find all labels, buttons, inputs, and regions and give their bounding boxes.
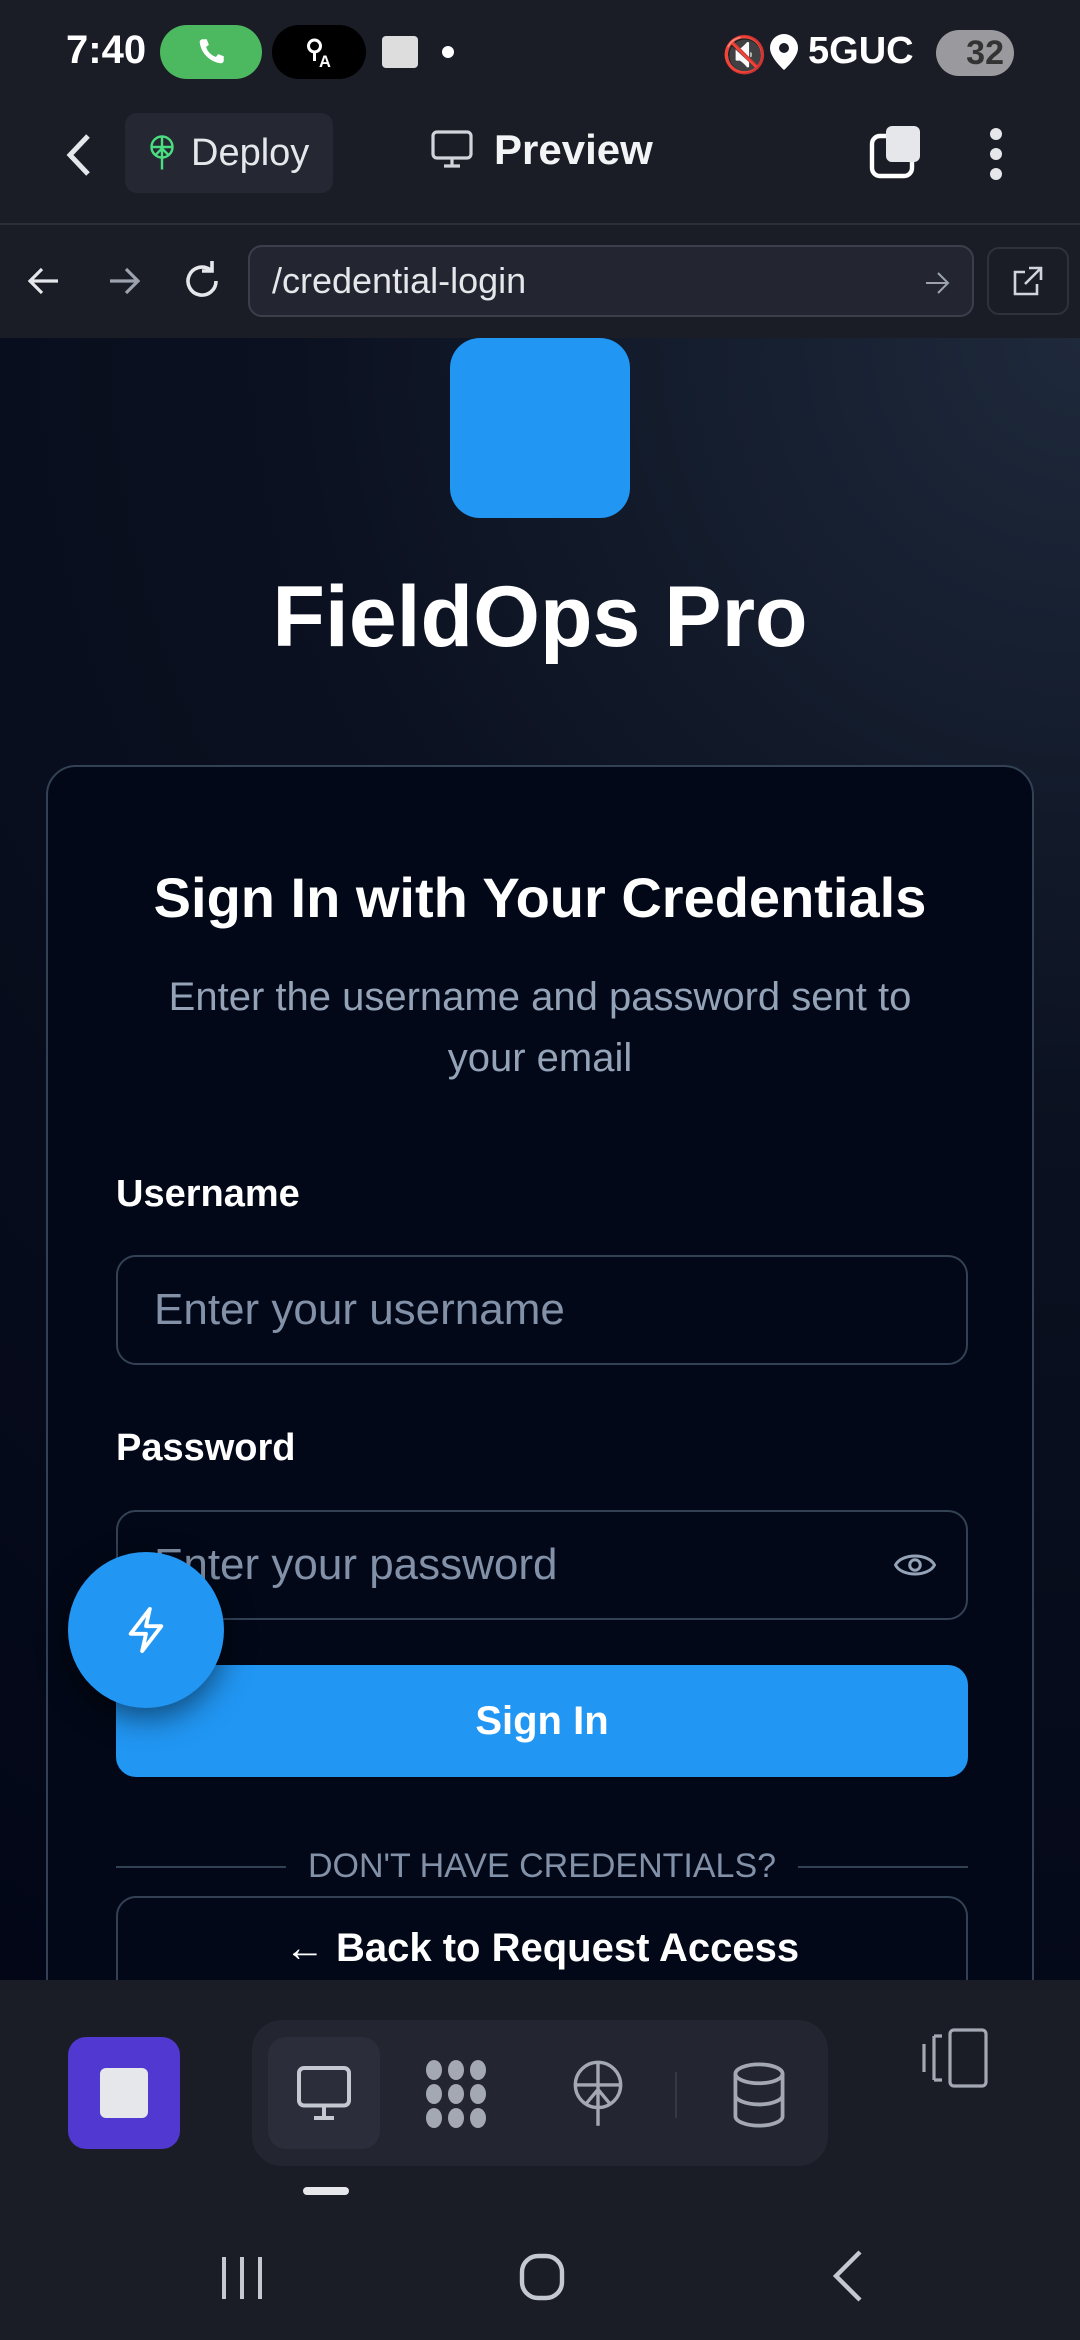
app-logo	[450, 338, 630, 518]
browser-back-icon[interactable]	[26, 263, 62, 299]
username-input[interactable]: Enter your username	[116, 1255, 968, 1365]
stop-button[interactable]	[68, 2037, 180, 2149]
divider-text: DON'T HAVE CREDENTIALS?	[307, 1847, 777, 1885]
outlook-icon	[382, 36, 418, 68]
password-input[interactable]: Enter your password	[116, 1510, 968, 1620]
divider-line	[116, 1865, 286, 1868]
url-text: /credential-login	[272, 260, 527, 301]
status-bar: 7:40 A 🔇 5GUC 32	[0, 0, 1080, 100]
preview-label: Preview	[494, 126, 653, 173]
separator	[675, 2072, 677, 2118]
browser-url-row: /credential-login	[0, 227, 1080, 338]
tabs-switcher-icon[interactable]	[868, 124, 928, 184]
battery-indicator: 32	[936, 30, 1014, 76]
active-indicator	[303, 2187, 349, 2195]
card-title: Sign In with Your Credentials	[153, 866, 927, 929]
status-time: 7:40	[66, 28, 147, 72]
location-app-icon: A	[272, 25, 366, 79]
username-placeholder: Enter your username	[154, 1285, 565, 1334]
go-arrow-icon[interactable]	[924, 271, 950, 295]
stop-icon	[100, 2068, 148, 2118]
password-placeholder: Enter your password	[154, 1540, 558, 1589]
home-icon[interactable]	[518, 2252, 566, 2302]
open-external-button[interactable]	[987, 247, 1069, 315]
preview-view-button[interactable]	[268, 2037, 380, 2149]
view-switcher	[252, 2020, 828, 2166]
divider-line	[798, 1865, 968, 1868]
recent-apps-icon[interactable]	[220, 2255, 264, 2301]
workflow-icon[interactable]	[422, 2060, 490, 2128]
credentials-divider: DON'T HAVE CREDENTIALS?	[116, 1847, 968, 1886]
system-back-icon[interactable]	[830, 2248, 866, 2304]
notification-dot-icon	[442, 46, 454, 58]
url-input[interactable]: /credential-login	[248, 245, 974, 317]
reload-icon[interactable]	[180, 259, 224, 303]
device-toggle-icon[interactable]	[922, 2028, 990, 2088]
lightning-icon	[128, 1607, 164, 1653]
phone-call-icon	[160, 25, 262, 79]
browser-forward-icon[interactable]	[106, 263, 142, 299]
sign-in-button[interactable]: Sign In	[116, 1665, 968, 1777]
monitor-icon	[297, 2066, 351, 2120]
network-type: 5GUC	[808, 30, 914, 72]
show-password-eye-icon[interactable]	[894, 1550, 936, 1580]
monitor-icon	[431, 130, 473, 168]
app-title: FieldOps Pro	[272, 569, 808, 665]
card-subtitle: Enter the username and password sent to …	[168, 975, 912, 1080]
battery-level: 32	[966, 33, 1004, 72]
more-options-icon[interactable]	[984, 126, 1008, 182]
back-to-request-access-label: ← Back to Request Access	[284, 1926, 800, 1970]
svg-text:A: A	[319, 53, 331, 70]
page-content: FieldOps Pro Sign In with Your Credentia…	[0, 338, 1080, 1980]
password-label: Password	[116, 1427, 296, 1469]
mute-vibrate-icon: 🔇	[722, 34, 767, 75]
location-icon	[770, 34, 798, 70]
sign-in-label: Sign In	[475, 1698, 609, 1743]
database-icon[interactable]	[730, 2062, 788, 2128]
preview-tab[interactable]: Preview	[430, 126, 653, 174]
deploy-globe-icon[interactable]	[570, 2060, 626, 2128]
back-icon[interactable]	[60, 130, 100, 180]
quick-action-fab[interactable]	[68, 1552, 224, 1708]
username-label: Username	[116, 1173, 300, 1215]
top-bar: Deploy Preview	[0, 100, 1080, 225]
deploy-label: Deploy	[191, 131, 310, 174]
bottom-toolbar	[0, 1980, 1080, 2340]
back-to-request-access-button[interactable]: ← Back to Request Access	[116, 1896, 968, 1980]
globe-upload-icon	[150, 135, 174, 170]
sign-in-card: Sign In with Your Credentials Enter the …	[46, 765, 1034, 1980]
deploy-button[interactable]: Deploy	[125, 113, 333, 193]
external-link-icon	[1013, 266, 1043, 296]
